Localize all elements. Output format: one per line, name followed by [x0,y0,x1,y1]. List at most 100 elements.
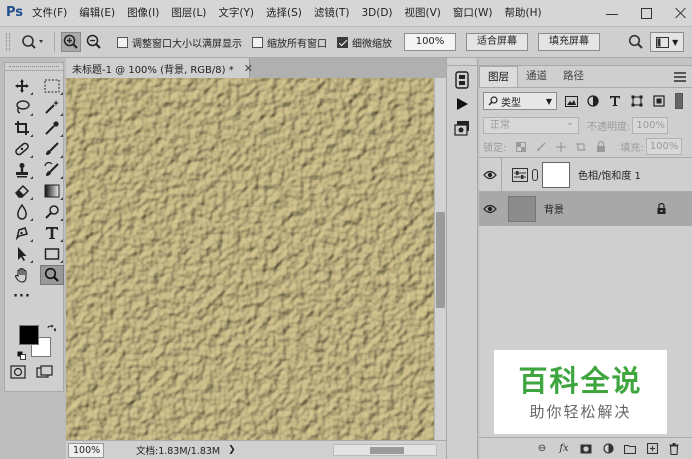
tools-panel-header[interactable] [5,63,63,71]
vertical-scrollbar-thumb[interactable] [436,212,445,308]
new-adjustment-layer-icon[interactable] [602,443,614,455]
actions-panel-button[interactable] [451,94,473,114]
hand-tool[interactable] [10,265,34,285]
lock-transparent-button[interactable] [515,141,526,152]
menu-type[interactable]: 文字(Y) [212,0,260,26]
rectangle-tool[interactable] [40,244,64,264]
layer-mask-thumbnail[interactable] [542,161,570,188]
quick-mask-icon[interactable] [10,365,26,379]
filter-smart-object-button[interactable] [651,93,667,109]
zoom-all-option[interactable]: 缩放所有窗口 [252,35,327,50]
zoom-percent-field[interactable]: 100% [404,33,456,51]
zoom-all-checkbox[interactable] [252,36,263,48]
tab-layers[interactable]: 图层 [479,66,518,87]
zoom-tool-preset-button[interactable] [18,31,48,53]
menu-file[interactable]: 文件(F) [26,0,73,26]
tab-paths[interactable]: 路径 [555,66,592,87]
history-panel-button[interactable] [451,70,473,90]
gradient-tool[interactable] [40,181,64,201]
clone-stamp-tool[interactable] [10,160,34,180]
chevron-right-icon[interactable]: ❯ [228,445,236,455]
layer-row-hue-saturation[interactable]: 色相/饱和度 1 [479,157,692,192]
menu-image[interactable]: 图像(I) [121,0,165,26]
filter-type-button[interactable] [607,93,623,109]
resize-windows-checkbox[interactable] [117,36,128,48]
foreground-color-swatch[interactable] [19,325,39,345]
marquee-tool[interactable] [40,76,64,96]
fit-screen-button[interactable]: 适合屏幕 [466,33,528,51]
menu-select[interactable]: 选择(S) [260,0,308,26]
horizontal-scrollbar-thumb[interactable] [370,447,404,454]
fill-screen-button[interactable]: 填充屏幕 [538,33,600,51]
menu-view[interactable]: 视图(V) [399,0,447,26]
layer-row-background[interactable]: 背景 [479,191,692,226]
new-group-icon[interactable] [624,443,636,455]
scrubby-zoom-checkbox[interactable] [337,36,348,48]
minimize-icon[interactable] [605,6,619,20]
layer-name[interactable]: 背景 [544,201,564,216]
visibility-toggle[interactable] [479,170,501,180]
eyedropper-tool[interactable] [40,118,64,138]
filter-adjustment-button[interactable] [585,93,601,109]
layer-name[interactable]: 色相/饱和度 1 [578,167,641,182]
swap-colors-icon[interactable] [47,325,56,334]
pen-tool[interactable] [10,223,34,243]
horizontal-scrollbar[interactable] [333,444,437,456]
lock-artboard-button[interactable] [575,141,586,152]
lock-pixels-button[interactable] [535,141,546,152]
menu-window[interactable]: 窗口(W) [447,0,499,26]
menu-layer[interactable]: 图层(L) [165,0,212,26]
quick-selection-tool[interactable] [40,97,64,117]
visibility-toggle[interactable] [479,204,501,214]
options-grip[interactable] [6,33,10,51]
menu-filter[interactable]: 滤镜(T) [308,0,356,26]
menu-3d[interactable]: 3D(D) [355,0,398,26]
search-icon[interactable] [628,34,644,50]
hue-saturation-adjustment-icon[interactable] [512,167,528,182]
link-layers-icon[interactable]: ⊖ [536,443,548,455]
filter-pixel-button[interactable] [563,93,579,109]
scrubby-zoom-option[interactable]: 细微缩放 [337,35,392,50]
menu-edit[interactable]: 编辑(E) [73,0,121,26]
zoom-in-button[interactable] [61,32,81,52]
type-tool[interactable] [40,223,64,243]
background-layer-thumbnail[interactable] [508,195,536,222]
resize-windows-option[interactable]: 调整窗口大小以满屏显示 [117,35,242,50]
blend-mode-select[interactable]: 正常 [483,115,579,134]
link-icon[interactable] [532,168,538,181]
close-icon[interactable] [674,6,688,20]
new-layer-icon[interactable] [646,443,658,455]
move-tool[interactable] [10,76,34,96]
filter-toggle-switch[interactable] [675,93,683,109]
add-mask-icon[interactable] [580,443,592,455]
history-brush-tool[interactable] [40,160,64,180]
layers-panel-header[interactable] [479,58,692,66]
lock-all-button[interactable] [595,141,606,152]
zoom-tool[interactable] [40,265,64,285]
zoom-level-field[interactable]: 100% [68,442,104,458]
dodge-tool[interactable] [40,202,64,222]
crop-tool[interactable] [10,118,34,138]
edit-toolbar-button[interactable]: ··· [10,286,34,306]
healing-brush-tool[interactable] [10,139,34,159]
path-selection-tool[interactable] [10,244,34,264]
maximize-icon[interactable] [641,7,652,19]
workspace-switcher[interactable]: ▼ [650,32,684,52]
document-tab[interactable]: 未标题-1 @ 100% (背景, RGB/8) * ✕ [66,58,253,78]
filter-shape-button[interactable] [629,93,645,109]
opacity-field[interactable]: 100% [632,116,669,134]
lock-position-button[interactable] [555,141,566,152]
tab-channels[interactable]: 通道 [518,66,555,87]
blur-tool[interactable] [10,202,34,222]
default-colors-icon[interactable] [17,351,26,360]
delete-layer-icon[interactable] [668,442,680,455]
menu-help[interactable]: 帮助(H) [499,0,548,26]
lasso-tool[interactable] [10,97,34,117]
fill-field[interactable]: 100% [645,138,682,155]
panel-menu-icon[interactable] [674,72,686,82]
close-icon[interactable]: ✕ [244,62,253,75]
fx-icon[interactable]: fx [558,443,570,455]
strip-header[interactable] [447,58,477,66]
brush-tool[interactable] [40,139,64,159]
eraser-tool[interactable] [10,181,34,201]
